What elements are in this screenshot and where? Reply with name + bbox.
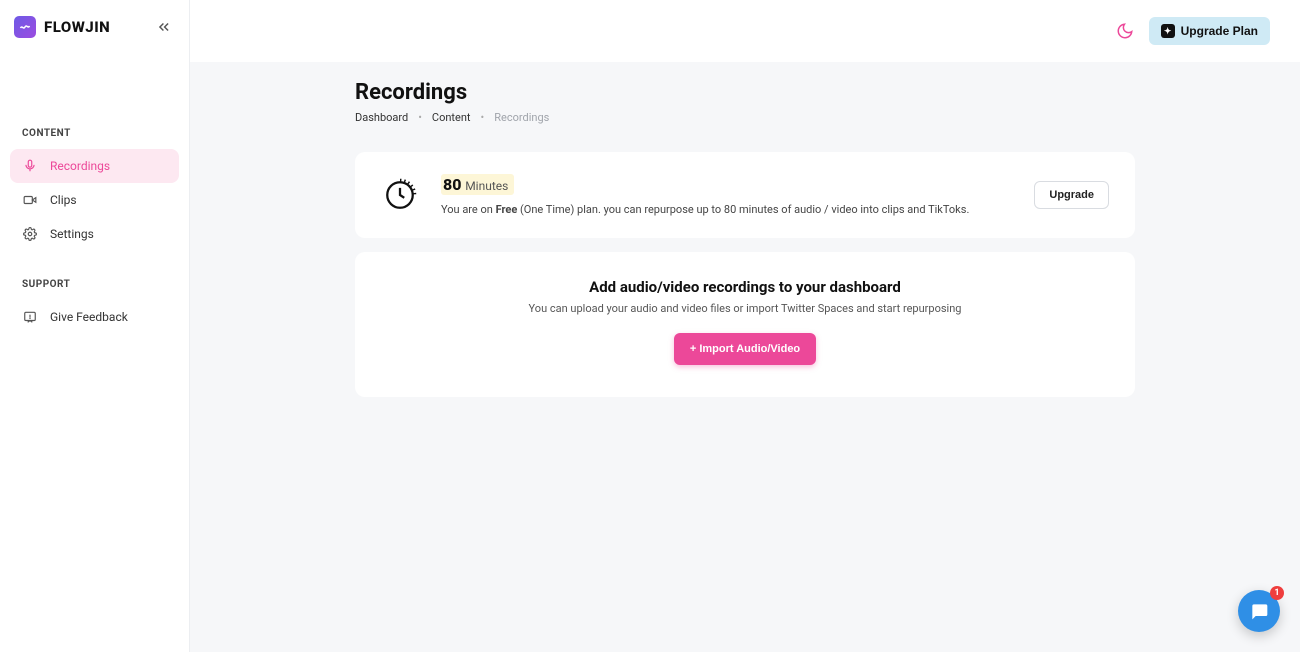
upgrade-button[interactable]: Upgrade xyxy=(1034,181,1109,209)
clock-icon xyxy=(381,176,419,214)
video-icon xyxy=(22,192,38,208)
sidebar-item-label: Settings xyxy=(50,227,94,241)
main-content: Recordings Dashboard • Content • Recordi… xyxy=(190,62,1300,652)
sidebar-section-support: SUPPORT xyxy=(0,279,189,290)
sidebar-section-content: CONTENT xyxy=(0,128,189,139)
feedback-icon xyxy=(22,309,38,325)
quota-description: You are on Free (One Time) plan. you can… xyxy=(441,203,1012,216)
empty-state-title: Add audio/video recordings to your dashb… xyxy=(381,278,1109,296)
upgrade-plan-label: Upgrade Plan xyxy=(1181,24,1258,38)
sidebar-item-clips[interactable]: Clips xyxy=(10,183,179,217)
microphone-icon xyxy=(22,158,38,174)
quota-minutes-value: 80 xyxy=(443,175,461,194)
topbar: ✦ Upgrade Plan xyxy=(190,0,1300,62)
import-audio-video-button[interactable]: + Import Audio/Video xyxy=(674,333,816,365)
breadcrumb-current: Recordings xyxy=(494,111,549,124)
chat-fab[interactable]: 1 xyxy=(1238,590,1280,632)
quota-card: 80 Minutes You are on Free (One Time) pl… xyxy=(355,152,1135,238)
empty-state-subtitle: You can upload your audio and video file… xyxy=(381,302,1109,315)
brand-name: FLOWJIN xyxy=(44,18,110,36)
moon-icon xyxy=(1116,22,1134,40)
upgrade-plan-button[interactable]: ✦ Upgrade Plan xyxy=(1149,17,1270,45)
gear-icon xyxy=(22,226,38,242)
sidebar: FLOWJIN CONTENT Recordings Clips Setting… xyxy=(0,0,190,652)
brand-mark-icon xyxy=(14,16,36,38)
breadcrumb: Dashboard • Content • Recordings xyxy=(355,111,1135,124)
brand-logo[interactable]: FLOWJIN xyxy=(14,16,110,38)
sparkle-icon: ✦ xyxy=(1161,24,1175,38)
chat-badge: 1 xyxy=(1270,586,1284,600)
page-title: Recordings xyxy=(355,80,1135,105)
sidebar-item-feedback[interactable]: Give Feedback xyxy=(10,300,179,334)
sidebar-item-label: Recordings xyxy=(50,159,110,173)
sidebar-item-settings[interactable]: Settings xyxy=(10,217,179,251)
sidebar-collapse-button[interactable] xyxy=(153,16,175,38)
theme-toggle[interactable] xyxy=(1115,21,1135,41)
quota-minutes-label: Minutes xyxy=(465,179,508,193)
sidebar-item-label: Clips xyxy=(50,193,77,207)
breadcrumb-item[interactable]: Dashboard xyxy=(355,111,408,124)
chat-icon xyxy=(1249,601,1269,621)
breadcrumb-item[interactable]: Content xyxy=(432,111,471,124)
sidebar-item-label: Give Feedback xyxy=(50,310,128,324)
empty-state-card: Add audio/video recordings to your dashb… xyxy=(355,252,1135,397)
sidebar-item-recordings[interactable]: Recordings xyxy=(10,149,179,183)
